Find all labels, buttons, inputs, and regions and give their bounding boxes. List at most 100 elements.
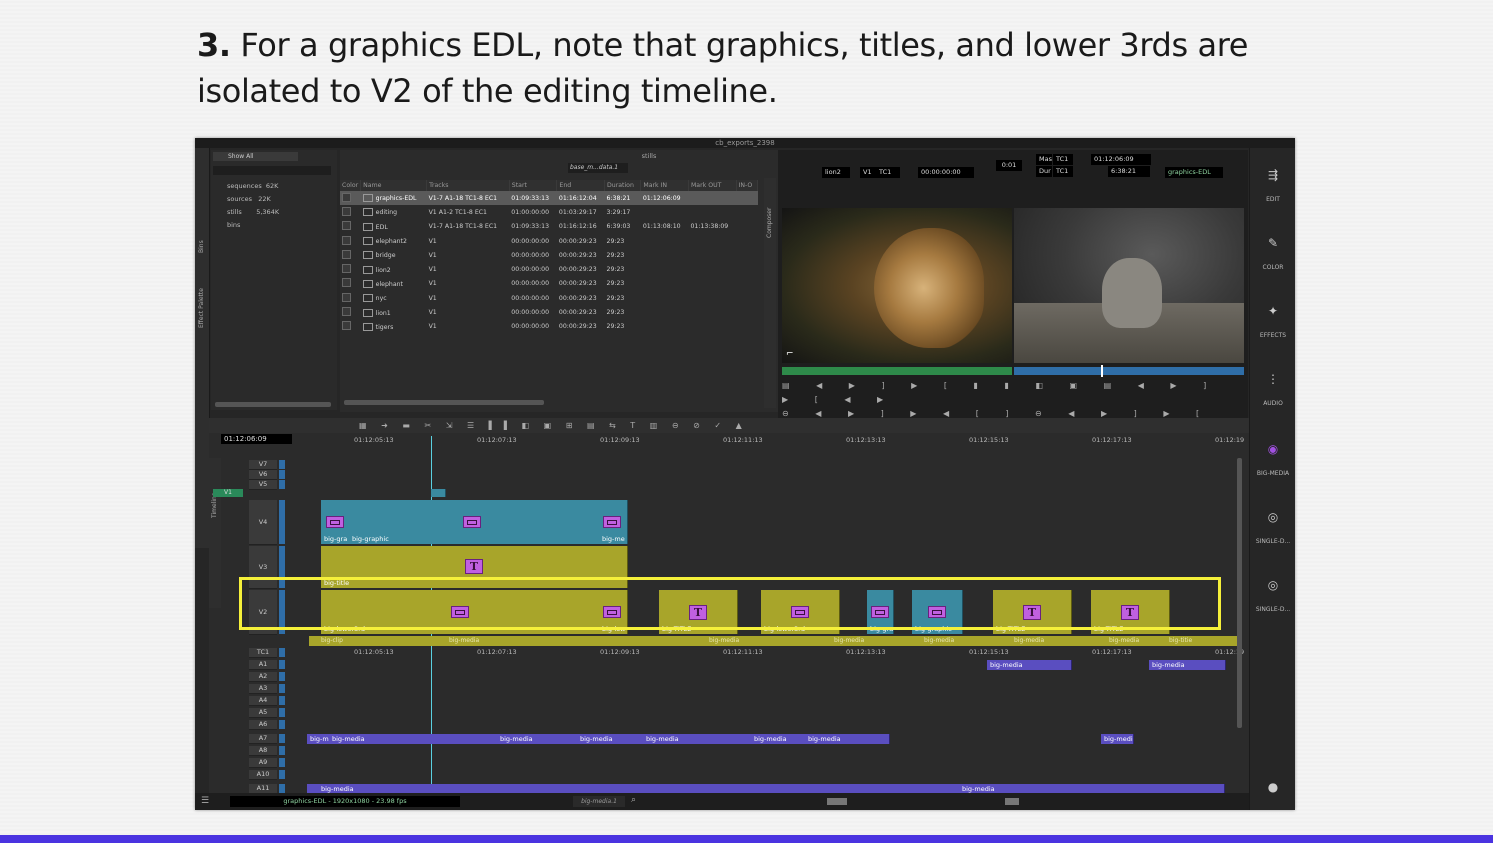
track-selector[interactable]: [279, 660, 285, 669]
search-icon[interactable]: ⌕: [631, 795, 636, 805]
track-selector[interactable]: [279, 734, 285, 743]
source-position-bar[interactable]: [782, 367, 1012, 375]
source-transport-row[interactable]: ▤ ◀ ▶ ] ▶ [ ▮ ▮ ◧ ▣ ▤ ◀ ▶ ] ▶ [ ◀ ▶: [782, 379, 1244, 407]
bin-item-stills[interactable]: stills 5,364K: [213, 208, 333, 221]
v4-clip-2[interactable]: big-graphic: [349, 500, 600, 544]
column-header[interactable]: Mark OUT: [688, 180, 737, 191]
track-label-a2[interactable]: A2: [249, 672, 277, 682]
track-label-a8[interactable]: A8: [249, 746, 277, 756]
track-label-v7[interactable]: V7: [249, 460, 277, 470]
bin-row[interactable]: editing V1 A1-2 TC1-8 EC1 01:00:00:00 01:03…: [340, 205, 758, 219]
rail-big-media[interactable]: ◉ BIG-MEDIA: [1250, 442, 1295, 477]
bin-row[interactable]: bridge V1 00:00:00:00 00:00:29:23 29:23: [340, 248, 758, 262]
bin-list-scrollbar[interactable]: [215, 402, 331, 407]
tab-bins[interactable]: Bins: [198, 240, 205, 253]
bin-row[interactable]: EDL V1-7 A1-18 TC1-8 EC1 01:09:33:13 01:16:…: [340, 220, 758, 234]
a1-clip-1[interactable]: big-media: [987, 660, 1072, 670]
track-label-v4[interactable]: V4: [249, 500, 277, 545]
track-label-v5[interactable]: V5: [249, 480, 277, 490]
bin-row[interactable]: elephant V1 00:00:00:00 00:00:29:23 29:23: [340, 277, 758, 291]
tab-effect-palette[interactable]: Effect Palette: [198, 288, 205, 328]
timeline-vertical-scrollbar[interactable]: [1237, 458, 1242, 728]
track-selector[interactable]: [279, 746, 285, 755]
track-label-a5[interactable]: A5: [249, 708, 277, 718]
bin-view-select[interactable]: base_m...data.1: [568, 163, 628, 173]
bin-row[interactable]: nyc V1 00:00:00:00 00:00:29:23 29:23: [340, 291, 758, 305]
a7-clip-7[interactable]: big-media: [805, 734, 890, 744]
v5-clip[interactable]: [431, 489, 446, 497]
track-selector[interactable]: [279, 684, 285, 693]
bottom-bin-select[interactable]: big-media.1: [573, 796, 625, 807]
track-label-v6[interactable]: V6: [249, 470, 277, 480]
track-selector[interactable]: [279, 460, 285, 469]
track-label-a7[interactable]: A7: [249, 734, 277, 744]
v1-track-clips[interactable]: big-clip big-media big-media big-media b…: [309, 636, 1240, 646]
track-selector[interactable]: [279, 720, 285, 729]
column-header[interactable]: End: [556, 180, 606, 191]
track-selector[interactable]: [279, 696, 285, 705]
bin-search-input[interactable]: [213, 166, 331, 175]
a1-clip-2[interactable]: big-media: [1149, 660, 1226, 670]
rail-effects[interactable]: ✦ EFFECTS: [1250, 304, 1295, 339]
bin-item-sequences[interactable]: sequences 62K: [213, 182, 333, 195]
track-label-a6[interactable]: A6: [249, 720, 277, 730]
track-label-a3[interactable]: A3: [249, 684, 277, 694]
timeline-toolbar[interactable]: ▦ ➜ ▬ ✂ ⇲ ☰ ▌▐ ◧ ▣ ⊞ ▤ ⇆ T ▥ ⊖ ⊘ ✓ ▲: [209, 418, 1249, 433]
v4-clip-1[interactable]: big-gra: [321, 500, 350, 544]
track-label-a4[interactable]: A4: [249, 696, 277, 706]
rail-edit[interactable]: ⇶ EDIT: [1250, 168, 1295, 203]
column-header[interactable]: Duration: [604, 180, 642, 191]
track-label-a9[interactable]: A9: [249, 758, 277, 768]
timeline-ruler[interactable]: 01:12:05:13 01:12:07:13 01:12:09:13 01:12:1…: [209, 436, 1249, 446]
a7-clip-1[interactable]: big-m: [307, 734, 330, 744]
bin-row[interactable]: tigers V1 00:00:00:00 00:00:29:23 29:23: [340, 320, 758, 334]
bin-row[interactable]: elephant2 V1 00:00:00:00 00:00:29:23 29:23: [340, 234, 758, 248]
track-label-a10[interactable]: A10: [249, 770, 277, 780]
column-header[interactable]: Name: [360, 180, 428, 191]
track-selector[interactable]: [279, 500, 285, 544]
column-header[interactable]: Start: [509, 180, 558, 191]
bin-item-sources[interactable]: sources 22K: [213, 195, 333, 208]
track-label-a1[interactable]: A1: [249, 660, 277, 670]
track-selector[interactable]: [279, 770, 285, 779]
bin-row[interactable]: graphics-EDL V1-7 A1-18 TC1-8 EC1 01:09:33…: [340, 191, 758, 206]
rail-single-d-1[interactable]: ◎ SINGLE-D...: [1250, 510, 1295, 545]
source-viewer-image[interactable]: ⌐: [782, 208, 1012, 363]
record-viewer-image[interactable]: [1014, 208, 1244, 363]
source-clip-select[interactable]: lion2: [822, 167, 850, 178]
menu-icon[interactable]: ☰: [201, 796, 209, 806]
track-selector[interactable]: [279, 470, 285, 479]
record-position-indicator[interactable]: [1101, 365, 1103, 377]
a7-clip-3[interactable]: big-media: [497, 734, 578, 744]
v4-clip-3[interactable]: big-me: [599, 500, 628, 544]
column-header[interactable]: Tracks: [426, 180, 510, 191]
bin-item-bins[interactable]: bins: [213, 221, 333, 234]
a7-clip-4[interactable]: big-media: [577, 734, 644, 744]
rail-settings[interactable]: ●: [1250, 780, 1295, 808]
track-selector[interactable]: [279, 758, 285, 767]
bin-table-scrollbar[interactable]: [344, 400, 544, 405]
source-v1-patch[interactable]: V1: [213, 489, 243, 497]
a7-clip-8[interactable]: big-medi: [1101, 734, 1134, 744]
bin-row[interactable]: lion1 V1 00:00:00:00 00:00:29:23 29:23: [340, 305, 758, 319]
track-selector[interactable]: [279, 672, 285, 681]
record-sequence-select[interactable]: graphics-EDL: [1165, 167, 1223, 178]
column-header[interactable]: Color: [340, 180, 362, 191]
track-selector[interactable]: [279, 480, 285, 489]
rail-color[interactable]: ✎ COLOR: [1250, 236, 1295, 271]
a7-clip-2[interactable]: big-media: [329, 734, 498, 744]
column-header[interactable]: IN-O: [736, 180, 759, 191]
tab-composer[interactable]: Composer: [766, 208, 773, 238]
bin-row[interactable]: lion2 V1 00:00:00:00 00:00:29:23 29:23: [340, 262, 758, 276]
record-position-bar[interactable]: [1014, 365, 1244, 377]
show-all-filter[interactable]: Show All: [213, 152, 298, 161]
timeline-scroll-thumb[interactable]: [1005, 798, 1019, 805]
zoom-slider[interactable]: [827, 798, 847, 805]
track-selector[interactable]: [279, 708, 285, 717]
rail-single-d-2[interactable]: ◎ SINGLE-D...: [1250, 578, 1295, 613]
rail-audio[interactable]: ⋮ AUDIO: [1250, 372, 1295, 407]
column-header[interactable]: Mark IN: [640, 180, 689, 191]
a7-clip-5[interactable]: big-media: [643, 734, 752, 744]
track-selector[interactable]: [279, 784, 285, 793]
a7-clip-6[interactable]: big-media: [751, 734, 806, 744]
